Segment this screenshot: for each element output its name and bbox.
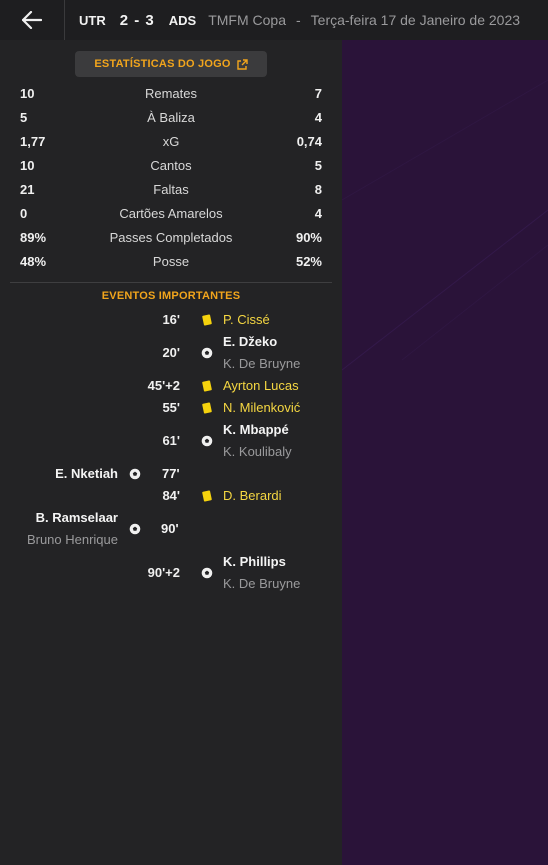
event-row: 90'+2 K. Phillips K. De Bruyne	[0, 552, 342, 596]
stat-label: Remates	[144, 86, 198, 101]
yellow-card-icon	[202, 380, 212, 392]
match-details-panel: ESTATÍSTICAS DO JOGO 10 Remates 7 5 À Ba…	[0, 40, 342, 865]
event-minute: 55'	[162, 400, 180, 415]
event-minute: 84'	[162, 488, 180, 503]
section-divider	[10, 282, 332, 283]
stat-away-value: 4	[314, 110, 322, 125]
event-assist[interactable]: K. Koulibaly	[223, 442, 292, 462]
stat-row-fouls: 21 Faltas 8	[0, 180, 342, 200]
stat-label: Posse	[152, 254, 190, 269]
stat-label: xG	[162, 134, 180, 149]
stat-row-xg: 1,77 xG 0,74	[0, 132, 342, 152]
stat-row-on-target: 5 À Baliza 4	[0, 108, 342, 128]
match-stats-button-label: ESTATÍSTICAS DO JOGO	[94, 58, 231, 70]
stat-row-passes: 89% Passes Completados 90%	[0, 228, 342, 248]
stat-away-value: 8	[314, 182, 322, 197]
event-minute: 20'	[162, 345, 180, 360]
stat-label: Faltas	[153, 182, 189, 197]
stat-label: Passes Completados	[109, 230, 233, 245]
football-icon	[129, 523, 141, 535]
event-row: 16' P. Cissé	[0, 310, 342, 330]
event-player[interactable]: B. Ramselaar	[36, 508, 118, 528]
background-pattern	[342, 40, 548, 371]
yellow-card-icon	[202, 402, 212, 414]
score-block: UTR 2 - 3 ADS	[79, 12, 196, 29]
football-icon	[201, 347, 213, 359]
event-assist[interactable]: K. De Bruyne	[223, 574, 300, 594]
event-minute: 45'+2	[147, 378, 180, 393]
event-player[interactable]: N. Milenković	[223, 398, 300, 418]
background-panel	[342, 40, 548, 865]
match-date: Terça-feira 17 de Janeiro de 2023	[310, 12, 521, 28]
event-row: 20' E. Džeko K. De Bruyne	[0, 332, 342, 376]
event-player[interactable]: K. Phillips	[223, 552, 286, 572]
stat-label: Cartões Amarelos	[119, 206, 223, 221]
external-link-icon	[236, 58, 248, 70]
event-player[interactable]: E. Nketiah	[55, 464, 118, 484]
event-row: B. Ramselaar Bruno Henrique 90'	[0, 508, 342, 552]
event-row: E. Nketiah 77'	[0, 464, 342, 484]
stat-row-corners: 10 Cantos 5	[0, 156, 342, 176]
stat-label: Cantos	[150, 158, 192, 173]
stat-away-value: 52%	[295, 254, 322, 269]
back-button[interactable]	[0, 0, 64, 40]
event-row: 55' N. Milenković	[0, 398, 342, 418]
event-row: 45'+2 Ayrton Lucas	[0, 376, 342, 396]
event-row: 84' D. Berardi	[0, 486, 342, 506]
event-player[interactable]: Ayrton Lucas	[223, 376, 299, 396]
stat-away-value: 4	[314, 206, 322, 221]
event-minute: 90'	[161, 521, 179, 536]
event-player[interactable]: P. Cissé	[223, 310, 270, 330]
header-divider	[64, 0, 65, 40]
event-minute: 77'	[162, 466, 180, 481]
event-assist[interactable]: K. De Bruyne	[223, 354, 300, 374]
arrow-left-icon	[22, 11, 42, 29]
competition-name[interactable]: TMFM Copa	[208, 12, 286, 28]
football-icon	[201, 435, 213, 447]
home-team: UTR	[79, 12, 106, 28]
event-assist[interactable]: Bruno Henrique	[27, 530, 118, 550]
header-separator: -	[295, 12, 301, 28]
match-score: 2 - 3	[119, 11, 155, 29]
away-team: ADS	[168, 12, 197, 28]
stat-away-value: 0,74	[296, 134, 322, 149]
football-icon	[129, 468, 141, 480]
yellow-card-icon	[202, 314, 212, 326]
match-header: UTR 2 - 3 ADS TMFM Copa - Terça-feira 17…	[0, 0, 548, 40]
stat-row-shots: 10 Remates 7	[0, 84, 342, 104]
events-title: EVENTOS IMPORTANTES	[101, 290, 241, 302]
stat-away-value: 7	[314, 86, 322, 101]
stat-row-possession: 48% Posse 52%	[0, 252, 342, 272]
event-player[interactable]: K. Mbappé	[223, 420, 289, 440]
yellow-card-icon	[202, 490, 212, 502]
stat-away-value: 5	[314, 158, 322, 173]
football-icon	[201, 567, 213, 579]
match-stats-button[interactable]: ESTATÍSTICAS DO JOGO	[75, 51, 267, 77]
event-minute: 61'	[162, 433, 180, 448]
event-row: 61' K. Mbappé K. Koulibaly	[0, 420, 342, 464]
stat-label: À Baliza	[147, 110, 195, 125]
stat-row-yellow-cards: 0 Cartões Amarelos 4	[0, 204, 342, 224]
event-player[interactable]: D. Berardi	[223, 486, 282, 506]
stat-away-value: 90%	[295, 230, 322, 245]
event-player[interactable]: E. Džeko	[223, 332, 277, 352]
event-minute: 16'	[162, 312, 180, 327]
event-minute: 90'+2	[147, 565, 180, 580]
